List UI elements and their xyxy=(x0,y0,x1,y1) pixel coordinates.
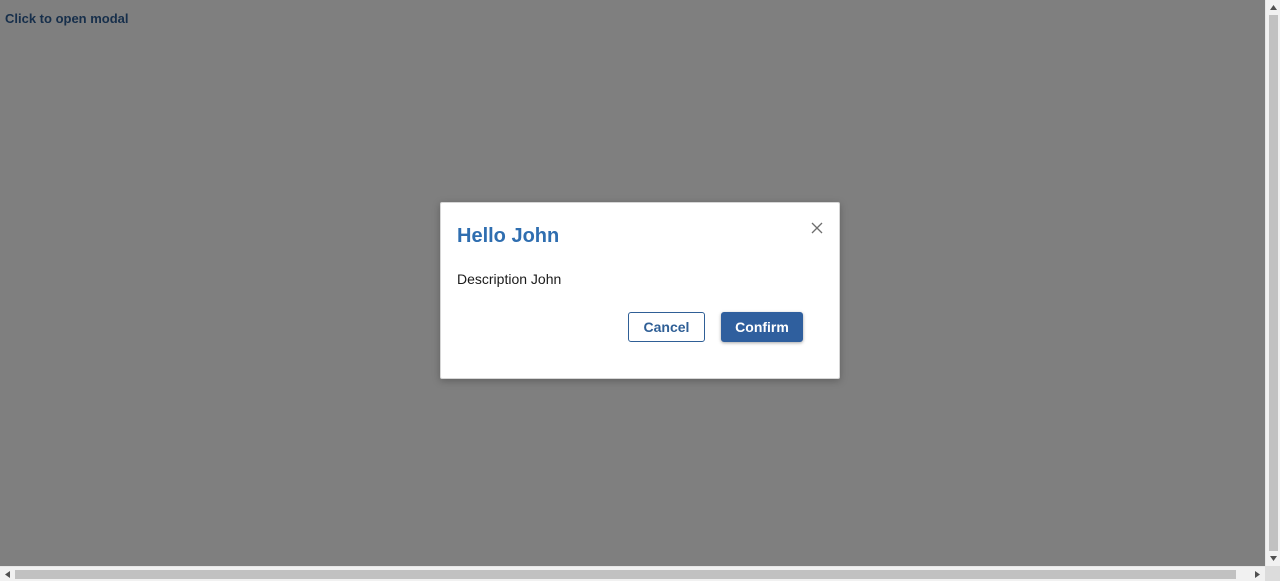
cancel-button[interactable]: Cancel xyxy=(628,312,705,342)
chevron-right-icon xyxy=(1255,571,1260,578)
scroll-up-button[interactable] xyxy=(1266,0,1280,15)
close-icon xyxy=(811,222,823,234)
modal-description: Description John xyxy=(457,271,562,287)
page-viewport: Click to open modal Hello John Descripti… xyxy=(0,0,1265,566)
close-button[interactable] xyxy=(807,218,827,238)
chevron-left-icon xyxy=(5,571,10,578)
horizontal-scroll-thumb[interactable] xyxy=(15,570,1236,579)
vertical-scroll-thumb[interactable] xyxy=(1269,15,1278,551)
chevron-up-icon xyxy=(1270,5,1277,10)
horizontal-scrollbar[interactable] xyxy=(0,566,1265,581)
vertical-scrollbar[interactable] xyxy=(1265,0,1280,566)
scroll-down-button[interactable] xyxy=(1266,551,1280,566)
scroll-right-button[interactable] xyxy=(1250,567,1265,581)
scroll-left-button[interactable] xyxy=(0,567,15,581)
scrollbar-corner xyxy=(1265,566,1280,581)
confirm-button[interactable]: Confirm xyxy=(721,312,803,342)
modal-title: Hello John xyxy=(457,225,560,247)
modal-dialog: Hello John Description John Cancel Confi… xyxy=(440,202,840,379)
chevron-down-icon xyxy=(1270,556,1277,561)
